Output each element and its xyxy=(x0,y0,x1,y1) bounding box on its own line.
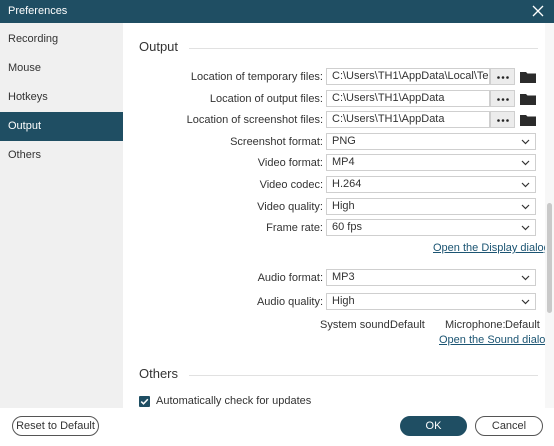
open-display-dialog-link[interactable]: Open the Display dialog xyxy=(433,242,550,254)
screenshot-format-label: Screenshot format: xyxy=(230,136,323,148)
system-sound-label: System sound: xyxy=(320,319,393,331)
ok-button[interactable]: OK xyxy=(400,416,467,436)
sidebar: Recording Mouse Hotkeys Output Others xyxy=(0,23,123,408)
output-settings-panel: Output Location of temporary files: C:\U… xyxy=(123,23,554,408)
video-quality-select[interactable]: High xyxy=(326,198,536,215)
screenshot-files-label: Location of screenshot files: xyxy=(186,114,323,126)
chevron-down-icon xyxy=(521,299,530,305)
output-files-label: Location of output files: xyxy=(209,93,323,105)
system-sound-value: Default xyxy=(390,319,425,331)
video-format-label: Video format: xyxy=(257,157,323,169)
close-icon[interactable] xyxy=(531,4,545,18)
video-quality-label: Video quality: xyxy=(257,201,323,213)
sidebar-item-label: Others xyxy=(8,149,42,161)
temp-files-label: Location of temporary files: xyxy=(190,71,323,83)
temp-files-path-field[interactable]: C:\Users\TH1\AppData\Local\Tem xyxy=(326,68,490,85)
frame-rate-select[interactable]: 60 fps xyxy=(326,219,536,236)
dialog-footer: Reset to Default OK Cancel xyxy=(0,408,554,446)
sidebar-item-hotkeys[interactable]: Hotkeys xyxy=(0,83,123,112)
chevron-down-icon xyxy=(521,204,530,210)
output-files-folder-icon[interactable] xyxy=(520,92,536,105)
cancel-button[interactable]: Cancel xyxy=(475,416,543,436)
temp-files-browse-button[interactable] xyxy=(490,68,515,85)
select-value: High xyxy=(332,200,355,212)
select-value: 60 fps xyxy=(332,221,362,233)
select-value: High xyxy=(332,295,355,307)
microphone-value: Default xyxy=(505,319,540,331)
reset-to-default-button[interactable]: Reset to Default xyxy=(12,416,99,436)
scrollbar-thumb[interactable] xyxy=(547,203,552,313)
output-files-path-field[interactable]: C:\Users\TH1\AppData xyxy=(326,90,490,107)
select-value: H.264 xyxy=(332,178,362,190)
chevron-down-icon xyxy=(521,225,530,231)
sidebar-item-label: Mouse xyxy=(8,62,42,74)
chevron-down-icon xyxy=(521,160,530,166)
audio-format-select[interactable]: MP3 xyxy=(326,269,536,286)
video-codec-select[interactable]: H.264 xyxy=(326,176,536,193)
screenshot-files-path-field[interactable]: C:\Users\TH1\AppData xyxy=(326,111,490,128)
checkmark-icon xyxy=(140,398,149,405)
audio-quality-label: Audio quality: xyxy=(256,296,323,308)
sidebar-item-recording[interactable]: Recording xyxy=(0,25,123,54)
more-dots-icon xyxy=(497,76,509,79)
select-value: MP4 xyxy=(332,156,355,168)
chevron-down-icon xyxy=(521,182,530,188)
open-sound-dialog-link[interactable]: Open the Sound dialog xyxy=(439,334,552,346)
audio-format-label: Audio format: xyxy=(257,272,323,284)
audio-quality-select[interactable]: High xyxy=(326,293,536,310)
select-value: PNG xyxy=(332,135,356,147)
more-dots-icon xyxy=(497,98,509,101)
sidebar-item-label: Hotkeys xyxy=(8,91,48,103)
section-divider xyxy=(189,48,538,49)
chevron-down-icon xyxy=(521,139,530,145)
auto-update-label: Automatically check for updates xyxy=(156,395,312,407)
screenshot-format-select[interactable]: PNG xyxy=(326,133,536,150)
section-divider xyxy=(189,375,538,376)
title-bar: Preferences xyxy=(0,0,554,23)
frame-rate-label: Frame rate: xyxy=(266,222,323,234)
temp-files-folder-icon[interactable] xyxy=(520,70,536,83)
output-files-browse-button[interactable] xyxy=(490,90,515,107)
window-title: Preferences xyxy=(8,5,68,17)
video-codec-label: Video codec: xyxy=(259,179,323,191)
auto-update-checkbox[interactable] xyxy=(139,396,150,407)
sidebar-item-others[interactable]: Others xyxy=(0,141,123,170)
sidebar-item-label: Output xyxy=(8,120,42,132)
screenshot-files-folder-icon[interactable] xyxy=(520,113,536,126)
select-value: MP3 xyxy=(332,271,355,283)
chevron-down-icon xyxy=(521,275,530,281)
content-scrollbar[interactable] xyxy=(545,23,554,408)
video-format-select[interactable]: MP4 xyxy=(326,154,536,171)
more-dots-icon xyxy=(497,119,509,122)
section-title-others: Others xyxy=(139,366,179,381)
sidebar-item-label: Recording xyxy=(8,33,59,45)
sidebar-item-mouse[interactable]: Mouse xyxy=(0,54,123,83)
microphone-label: Microphone: xyxy=(445,319,506,331)
screenshot-files-browse-button[interactable] xyxy=(490,111,515,128)
sidebar-item-output[interactable]: Output xyxy=(0,112,123,141)
section-title-output: Output xyxy=(139,39,179,54)
